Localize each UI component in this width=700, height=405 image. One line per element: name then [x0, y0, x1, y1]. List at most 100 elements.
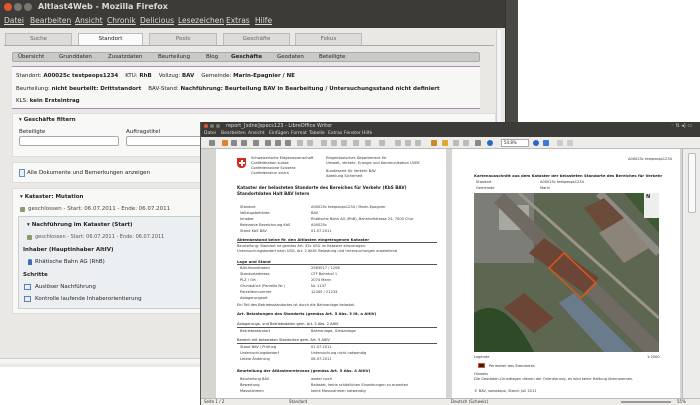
system-tray-icons[interactable]: ◦ ⇅ ◂) ▭: [671, 122, 692, 130]
subnav-uebersicht[interactable]: Übersicht: [18, 53, 44, 62]
row-label: Vollzugsbehörde: [240, 211, 270, 215]
subnav-geodaten[interactable]: Geodaten: [277, 53, 304, 62]
menu-delicious[interactable]: Delicious: [140, 14, 174, 28]
redo-icon[interactable]: [379, 140, 385, 146]
zoom-icon[interactable]: [475, 140, 481, 146]
document-page-2[interactable]: A00025c testpeops1234 Kartenausschnitt a…: [452, 149, 680, 398]
row-value: Untersuchung nicht notwendig: [311, 351, 367, 355]
gemeinde-label: Gemeinde:: [201, 73, 232, 79]
horizontal-scrollbar[interactable]: [0, 358, 200, 364]
nachfuehrung-title[interactable]: ▾ Nachführung im Kataster (Start): [27, 222, 133, 228]
navigator-icon[interactable]: [442, 140, 448, 146]
menu-datei[interactable]: Datei: [4, 14, 24, 28]
tab-fokus[interactable]: Fokus: [295, 33, 362, 45]
back-icon[interactable]: [557, 140, 563, 146]
menu-hilfe[interactable]: Hilfe: [255, 14, 272, 28]
subnav-grunddaten[interactable]: Grunddaten: [59, 53, 92, 62]
minimize-window-icon[interactable]: [14, 3, 22, 11]
row-label: Bewertung: [240, 383, 260, 387]
menu-format[interactable]: Format: [291, 130, 307, 137]
copy-icon[interactable]: [331, 140, 337, 146]
subnav-geschaefte[interactable]: Geschäfte: [231, 53, 262, 62]
row-label: Betriebsstandort: [240, 329, 271, 333]
row-value: Marin: [540, 186, 551, 190]
table-icon[interactable]: [405, 140, 411, 146]
spellcheck-icon[interactable]: [297, 140, 303, 146]
menu-datei[interactable]: Datei: [204, 130, 216, 137]
tab-pools[interactable]: Pools: [149, 33, 217, 45]
gallery-icon[interactable]: [453, 140, 459, 146]
beteiligte-input[interactable]: [19, 136, 119, 146]
maximize-window-icon[interactable]: [24, 3, 32, 11]
tab-suche[interactable]: Suche: [5, 33, 72, 45]
menu-bearbeiten[interactable]: Bearbeiten: [30, 14, 71, 28]
find-next-icon[interactable]: [533, 140, 539, 146]
paste-icon[interactable]: [341, 140, 347, 146]
zoom-slider[interactable]: [621, 401, 671, 403]
scrollbar-thumb[interactable]: [688, 153, 696, 213]
find-field[interactable]: 54.8%: [501, 139, 529, 147]
inhaber-label: Inhaber (Hauptinhaber AltIV): [23, 247, 114, 253]
nonprinting-chars-icon[interactable]: [463, 140, 469, 146]
minimize-window-icon[interactable]: [210, 124, 214, 128]
cut-icon[interactable]: [321, 140, 327, 146]
kls-value: kein Ersteintrag: [29, 98, 80, 104]
open-icon[interactable]: [222, 140, 228, 146]
note-text: Die Geodaten-Grundlagen dienen der Orien…: [474, 377, 634, 381]
email-icon[interactable]: [241, 140, 247, 146]
closed-status-icon: [20, 207, 25, 212]
new-icon[interactable]: [209, 140, 215, 146]
kataster-title[interactable]: ▾ Kataster: Mutation: [20, 194, 83, 200]
document-page-1[interactable]: Schweizerische Eidgenossenschaft Confédé…: [216, 149, 446, 398]
header-text: Confederaziun svizra: [251, 171, 289, 175]
print-icon[interactable]: [275, 140, 281, 146]
inhaber-link[interactable]: Rhätische Bahn AG (RhB): [35, 259, 105, 265]
menu-extras[interactable]: Extras: [226, 14, 250, 28]
hyperlink-icon[interactable]: [395, 140, 401, 146]
find-prev-icon[interactable]: [543, 140, 549, 146]
menu-tabelle[interactable]: Tabelle: [309, 130, 325, 137]
save-icon[interactable]: [231, 140, 237, 146]
pdf-icon[interactable]: [265, 140, 271, 146]
step-ausloeser[interactable]: Auslöser Nachführung: [35, 284, 96, 290]
forward-icon[interactable]: [567, 140, 573, 146]
row-value: 2563017 / 1206: [311, 266, 340, 270]
autospell-icon[interactable]: [307, 140, 313, 146]
page-style[interactable]: Standard: [289, 399, 307, 405]
close-window-icon[interactable]: [204, 124, 208, 128]
menu-ansicht[interactable]: Ansicht: [75, 14, 103, 28]
menu-hilfe[interactable]: Hilfe: [362, 130, 372, 137]
close-window-icon[interactable]: [4, 3, 12, 11]
menu-einfuegen[interactable]: Einfügen: [269, 130, 289, 137]
menu-ansicht[interactable]: Ansicht: [248, 130, 265, 137]
menu-bearbeiten[interactable]: Bearbeiten: [221, 130, 246, 137]
filter-title[interactable]: ▾ Geschäfte filtern: [19, 117, 76, 123]
help-icon[interactable]: [487, 140, 493, 146]
note-label: Hinweis: [474, 372, 488, 376]
tab-geschaefte[interactable]: Geschäfte: [223, 33, 290, 45]
chart-icon[interactable]: [415, 140, 421, 146]
kataster-title-text: Kataster: Mutation: [24, 194, 84, 200]
subnav-zusatzdaten[interactable]: Zusatzdaten: [108, 53, 142, 62]
subnav-beteiligte[interactable]: Beteiligte: [319, 53, 345, 62]
menu-lesezeichen[interactable]: Lesezeichen: [178, 14, 224, 28]
step-kontrolle[interactable]: Kontrolle laufende Inhaberorientierung: [35, 296, 142, 302]
menu-chronik[interactable]: Chronik: [107, 14, 136, 28]
clone-icon[interactable]: [353, 140, 359, 146]
writer-vertical-scrollbar[interactable]: [682, 149, 700, 398]
row-label: Gemeinde: [476, 186, 495, 190]
edit-icon[interactable]: [253, 140, 259, 146]
subnav-beurteilung[interactable]: Beurteilung: [158, 53, 190, 62]
section-heading: Beurteilung der Altlastenrelevanz (gemäs…: [237, 368, 371, 373]
subnav-blog[interactable]: Blog: [206, 53, 218, 62]
undo-icon[interactable]: [365, 140, 371, 146]
preview-icon[interactable]: [285, 140, 291, 146]
section-text: Untersuchungsbedarf nach USG, Art. 2 Alt…: [237, 249, 398, 253]
all-documents-link[interactable]: Alle Dokumente und Bemerkungen anzeigen: [27, 170, 150, 176]
menu-fenster[interactable]: Fenster: [344, 130, 361, 137]
draw-icon[interactable]: [431, 140, 437, 146]
maximize-window-icon[interactable]: [216, 124, 220, 128]
section-rule: [237, 327, 437, 328]
menu-extras[interactable]: Extras: [328, 130, 342, 137]
nachfuehrung-status: geschlossen - Start: 06.07.2011 - Ende: …: [35, 234, 165, 240]
